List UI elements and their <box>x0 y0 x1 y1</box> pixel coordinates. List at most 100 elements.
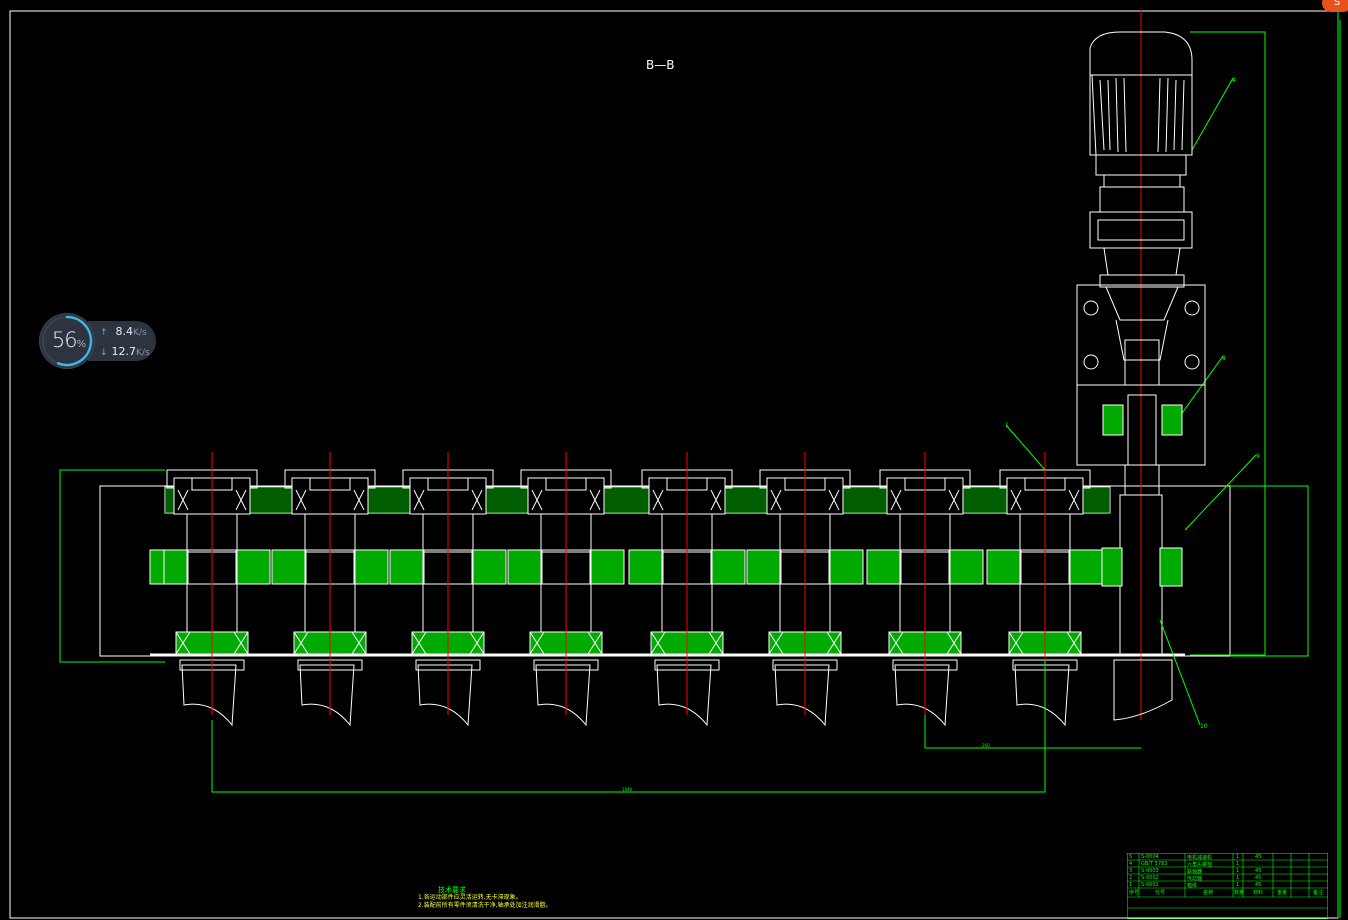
row-number: 2 <box>1129 875 1133 881</box>
download-speed: ↓ 12.7K/s <box>100 345 150 358</box>
row-code: GB/T 5783 <box>1141 861 1168 867</box>
gear-right <box>948 549 984 585</box>
row-name: 六角头螺栓 <box>1187 862 1213 868</box>
usage-percent: 56% <box>51 328 87 352</box>
row-material: 45 <box>1255 868 1262 874</box>
cad-drawing-canvas: 1 4 8 9 10 1840 260 <box>9 10 1341 919</box>
output-stub <box>894 664 950 727</box>
app-badge-icon[interactable]: S <box>1322 0 1348 12</box>
row-code: S-0001 <box>1141 882 1159 888</box>
header-qty: 数量 <box>1234 890 1245 896</box>
row-number: 3 <box>1129 868 1133 874</box>
row-qty: 1 <box>1236 861 1240 867</box>
row-name: 箱体 <box>1187 883 1198 889</box>
output-stub <box>774 664 830 727</box>
gear-left <box>866 549 902 585</box>
header-code: 代号 <box>1155 890 1166 896</box>
part-callout-number: 1 <box>1005 422 1009 429</box>
row-material: 45 <box>1255 854 1262 860</box>
leader-10 <box>1159 619 1201 726</box>
download-unit: K/s <box>136 348 150 358</box>
end-gear <box>149 549 165 585</box>
gear-right <box>589 549 625 585</box>
title-block-row: 1 S-0001 箱体 1 45 <box>1127 882 1328 889</box>
gear-left <box>986 549 1022 585</box>
gear-left <box>271 549 307 585</box>
download-value: 12.7 <box>111 345 137 358</box>
upload-speed: ↑ 8.4K/s <box>100 325 147 338</box>
title-block-row: 4 GB/T 5783 六角头螺栓 1 <box>1127 861 1328 868</box>
output-stub <box>656 664 712 727</box>
header-no: 序号 <box>1129 890 1140 896</box>
technical-requirements: 技术要求 1.各运动部件应灵活运转,无卡滞现象。 2.装配前所有零件须清洗干净,… <box>418 886 552 910</box>
row-name: 传动轴 <box>1187 876 1203 882</box>
gearbox-section: 1 4 8 9 10 1840 260 <box>59 10 1309 793</box>
memory-usage-dial[interactable]: 56% <box>40 314 94 368</box>
gear-right <box>710 549 746 585</box>
dimension-label: 260 <box>982 743 990 748</box>
dim-span <box>211 720 1046 793</box>
upload-value: 8.4 <box>115 325 134 338</box>
output-stub <box>1014 664 1070 727</box>
drive-gear-right <box>1159 547 1183 587</box>
gear-right <box>471 549 507 585</box>
row-code: S-0004 <box>1141 854 1159 860</box>
leader-4 <box>1191 77 1234 151</box>
leader-9 <box>1184 454 1257 531</box>
dim-height-right <box>1230 485 1309 657</box>
output-stub <box>417 664 473 727</box>
row-name: 电机减速机 <box>1187 855 1213 861</box>
row-qty: 1 <box>1236 854 1240 860</box>
row-material: 45 <box>1255 882 1262 888</box>
row-qty: 1 <box>1236 868 1240 874</box>
tech-req-line-2: 2.装配前所有零件须清洗干净,轴承处加注润滑脂。 <box>418 902 552 909</box>
header-note: 备注 <box>1313 890 1324 896</box>
part-callout-number: 4 <box>1232 77 1236 84</box>
row-number: 4 <box>1129 861 1133 867</box>
title-block-row: 3 S-0003 联轴器 1 45 <box>1127 868 1328 875</box>
dim-height-left <box>59 469 165 663</box>
dim-overall-height <box>1190 31 1266 656</box>
title-block-row: 2 S-0002 传动轴 1 45 <box>1127 875 1328 882</box>
output-stub <box>181 664 237 727</box>
row-qty: 1 <box>1236 882 1240 888</box>
row-code: S-0003 <box>1141 868 1159 874</box>
output-stub <box>299 664 355 727</box>
drive-gear-left <box>1101 547 1123 587</box>
header-name: 名称 <box>1203 890 1214 896</box>
title-block-header: 序号 代号 名称 数量 材料 重量 备注 <box>1127 889 1328 896</box>
gear-left <box>389 549 425 585</box>
gear-right <box>828 549 864 585</box>
dimension-label: 1840 <box>622 787 633 792</box>
section-view-label: B—B <box>646 58 675 72</box>
part-callout-number: 8 <box>1222 355 1226 362</box>
row-name: 联轴器 <box>1187 869 1203 875</box>
gear-right <box>235 549 271 585</box>
gear-left <box>507 549 543 585</box>
leader-1 <box>1005 424 1046 471</box>
part-callout-number: 9 <box>1256 453 1260 460</box>
tech-req-line-1: 1.各运动部件应灵活运转,无卡滞现象。 <box>418 894 522 901</box>
network-speed-panel: ↑ 8.4K/s ↓ 12.7K/s <box>88 321 156 361</box>
upload-arrow-icon: ↑ <box>100 328 108 338</box>
dim-offset <box>924 715 1141 749</box>
row-material: 45 <box>1255 875 1262 881</box>
row-qty: 1 <box>1236 875 1240 881</box>
gear-right <box>1068 549 1104 585</box>
row-number: 5 <box>1129 854 1133 860</box>
gear-right <box>353 549 389 585</box>
gear-left <box>628 549 664 585</box>
network-monitor-widget[interactable]: ↑ 8.4K/s ↓ 12.7K/s 56% <box>38 312 158 370</box>
row-code: S-0002 <box>1141 875 1159 881</box>
tech-req-heading: 技术要求 <box>438 886 466 894</box>
title-block-row: 5 S-0004 电机减速机 1 45 <box>1127 854 1328 861</box>
header-mat: 材料 <box>1253 890 1264 896</box>
output-stub <box>535 664 591 727</box>
download-arrow-icon: ↓ <box>100 348 108 358</box>
part-callout-number: 10 <box>1200 723 1208 730</box>
header-weight: 重量 <box>1277 890 1288 896</box>
parts-title-block: 5 S-0004 电机减速机 1 45 4 GB/T 5783 六角头螺栓 1 3 S-0003 联轴… <box>1127 853 1328 919</box>
gear-left <box>746 549 782 585</box>
row-number: 1 <box>1129 882 1133 888</box>
drive-output-stub <box>1113 659 1173 721</box>
